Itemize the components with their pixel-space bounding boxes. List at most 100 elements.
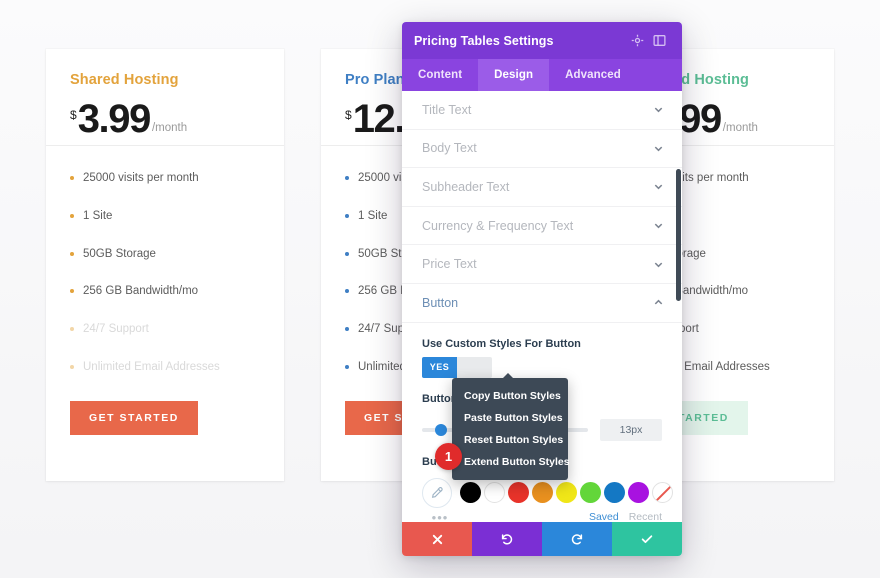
color-swatch[interactable] xyxy=(532,482,553,504)
feature-label: Unlimited Email Addresses xyxy=(83,360,220,373)
accordion-subheader-text[interactable]: Subheader Text xyxy=(402,168,682,207)
bullet-icon xyxy=(345,251,349,256)
use-custom-styles-label: Use Custom Styles For Button xyxy=(422,337,581,350)
accordion-label: Subheader Text xyxy=(422,179,510,194)
use-custom-styles-toggle[interactable]: YES xyxy=(422,356,492,378)
list-item: 24/7 Support xyxy=(70,323,260,337)
accordion-label: Title Text xyxy=(422,102,472,117)
accordion-label: Price Text xyxy=(422,257,477,272)
reset-button-styles-item[interactable]: Reset Button Styles xyxy=(452,429,568,451)
color-swatch[interactable] xyxy=(556,482,577,504)
swatch-meta-row: ••• Saved Recent xyxy=(422,511,662,522)
currency-symbol: $ xyxy=(70,108,77,122)
bullet-icon xyxy=(70,176,74,180)
bullet-icon xyxy=(70,364,74,369)
chevron-down-icon xyxy=(653,181,664,192)
tab-design[interactable]: Design xyxy=(478,59,550,91)
tab-advanced[interactable]: Advanced xyxy=(549,59,637,91)
modal-tabs: Content Design Advanced xyxy=(402,59,682,91)
modal-footer xyxy=(402,522,682,556)
card-price: $ 3.99 /month xyxy=(70,97,260,141)
pricing-tables-settings-modal: Pricing Tables Settings Content Design A… xyxy=(402,22,682,556)
recent-colors-link[interactable]: Recent xyxy=(629,511,662,522)
color-swatch[interactable] xyxy=(628,482,649,504)
target-icon[interactable] xyxy=(626,30,648,52)
feature-label: 1 Site xyxy=(83,209,113,222)
button-styles-context-menu: Copy Button Styles Paste Button Styles R… xyxy=(452,373,570,480)
feature-label: 256 GB Bandwidth/mo xyxy=(83,285,199,298)
chevron-down-icon xyxy=(653,104,664,115)
color-swatch[interactable] xyxy=(580,482,601,504)
settings-scroll-area: Title Text Body Text Subheader Text Curr… xyxy=(402,91,682,522)
accordion-body-text[interactable]: Body Text xyxy=(402,130,682,169)
bullet-icon xyxy=(345,364,349,369)
screen-root: Shared Hosting $ 3.99 /month 25000 visit… xyxy=(0,0,880,578)
currency-symbol: $ xyxy=(345,108,352,122)
slider-handle[interactable] xyxy=(435,423,448,436)
accordion-price-text[interactable]: Price Text xyxy=(402,245,682,284)
modal-title: Pricing Tables Settings xyxy=(414,33,554,48)
chevron-down-icon xyxy=(653,143,664,154)
bullet-icon xyxy=(70,289,74,294)
step-badge: 1 xyxy=(435,443,462,470)
feature-list: 25000 visits per month 1 Site 50GB Stora… xyxy=(46,146,284,375)
accordion-label: Button xyxy=(422,295,459,310)
list-item: Unlimited Email Addresses xyxy=(70,361,260,375)
color-swatch[interactable] xyxy=(604,482,625,504)
chevron-up-icon xyxy=(653,297,664,308)
card-title: Shared Hosting xyxy=(70,72,179,88)
feature-label: 25000 visits per month xyxy=(83,172,199,184)
copy-button-styles-item[interactable]: Copy Button Styles xyxy=(452,385,568,407)
accordion-label: Currency & Frequency Text xyxy=(422,218,574,233)
save-button[interactable] xyxy=(612,522,682,556)
no-color-swatch[interactable] xyxy=(652,482,673,504)
chevron-down-icon xyxy=(653,220,664,231)
bullet-icon xyxy=(70,327,74,332)
price-frequency: /month xyxy=(722,122,758,134)
tab-content[interactable]: Content xyxy=(402,59,478,91)
price-frequency: /month xyxy=(151,122,188,134)
toggle-off-track xyxy=(457,356,492,378)
extend-button-styles-item[interactable]: Extend Button Styles xyxy=(452,451,570,473)
paste-button-styles-item[interactable]: Paste Button Styles xyxy=(452,407,568,429)
list-item: 50GB Storage xyxy=(70,248,260,262)
accordion-currency-frequency-text[interactable]: Currency & Frequency Text xyxy=(402,207,682,246)
card-header: Shared Hosting $ 3.99 /month xyxy=(46,49,284,145)
bullet-icon xyxy=(345,213,349,218)
button-text-color-swatches xyxy=(422,477,673,508)
saved-colors-link[interactable]: Saved xyxy=(589,511,619,522)
price-amount: 3.99 xyxy=(77,97,152,141)
list-item: 256 GB Bandwidth/mo xyxy=(70,285,260,299)
toggle-yes-label: YES xyxy=(422,356,457,378)
color-swatch[interactable] xyxy=(484,482,505,504)
color-swatch[interactable] xyxy=(508,482,529,504)
more-colors-icon[interactable]: ••• xyxy=(422,511,458,522)
undo-button[interactable] xyxy=(472,522,542,556)
chevron-down-icon xyxy=(653,259,664,270)
bullet-icon xyxy=(345,176,349,180)
bullet-icon xyxy=(345,327,349,332)
feature-label: 50GB Storage xyxy=(83,247,156,260)
bullet-icon xyxy=(70,213,74,218)
feature-label: 1 Site xyxy=(358,209,388,222)
list-item: 1 Site xyxy=(70,210,260,224)
swatch-meta-links: Saved Recent xyxy=(589,511,662,522)
bullet-icon xyxy=(345,289,349,294)
color-swatch[interactable] xyxy=(460,482,481,504)
button-text-size-value[interactable]: 13px xyxy=(600,418,662,441)
bullet-icon xyxy=(70,251,74,256)
modal-body: Title Text Body Text Subheader Text Curr… xyxy=(402,91,682,522)
accordion-title-text[interactable]: Title Text xyxy=(402,91,682,130)
accordion-button[interactable]: Button xyxy=(402,284,682,323)
redo-button[interactable] xyxy=(542,522,612,556)
layout-panel-icon[interactable] xyxy=(648,30,670,52)
modal-header: Pricing Tables Settings xyxy=(402,22,682,59)
get-started-button[interactable]: GET STARTED xyxy=(70,400,198,435)
accordion-label: Body Text xyxy=(422,141,477,156)
cancel-button[interactable] xyxy=(402,522,472,556)
list-item: 25000 visits per month xyxy=(70,172,260,186)
feature-label: 24/7 Support xyxy=(83,323,149,336)
pricing-card-shared-hosting: Shared Hosting $ 3.99 /month 25000 visit… xyxy=(46,49,284,481)
scrollbar-thumb[interactable] xyxy=(676,169,681,301)
eyedropper-icon[interactable] xyxy=(422,477,452,508)
